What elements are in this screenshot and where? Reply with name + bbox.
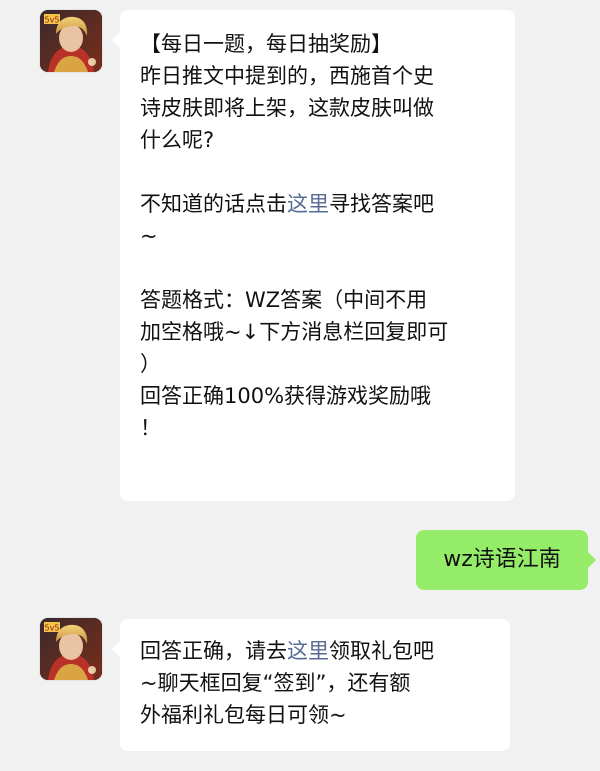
message-line: 不知道的话点击这里寻找答案吧	[140, 188, 495, 220]
message-text: 寻找答案吧	[329, 192, 434, 216]
message-line: ）	[140, 352, 161, 376]
message-line: ！	[140, 416, 161, 440]
message-text: 领取礼包吧	[329, 639, 434, 663]
message-line: 诗皮肤即将上架，这款皮肤叫做	[140, 96, 434, 120]
message-text: 不知道的话点击	[140, 192, 287, 216]
message-line: 什么呢?	[140, 128, 215, 152]
svg-text:5v5: 5v5	[45, 624, 60, 633]
hero-portrait-icon: 5v5	[40, 618, 102, 680]
here-link[interactable]: 这里	[287, 192, 329, 216]
svg-text:5v5: 5v5	[45, 16, 60, 25]
message-line: 【每日一题，每日抽奖励】	[140, 32, 392, 56]
official-account-avatar[interactable]: 5v5	[40, 10, 102, 72]
message-text: 回答正确，请去	[140, 639, 287, 663]
here-link[interactable]: 这里	[287, 639, 329, 663]
hero-portrait-icon: 5v5	[40, 10, 102, 72]
message-line: 回答正确100%获得游戏奖励哦	[140, 384, 432, 408]
official-account-avatar[interactable]: 5v5	[40, 618, 102, 680]
message-line: ~	[140, 224, 158, 248]
message-line: 加空格哦~↓下方消息栏回复即可	[140, 320, 449, 344]
message-bubble-question: 【每日一题，每日抽奖励】 昨日推文中提到的，西施首个史 诗皮肤即将上架，这款皮肤…	[112, 10, 515, 501]
reply-text: wz诗语江南	[443, 547, 561, 572]
message-bubble-answer: 回答正确，请去这里领取礼包吧 ~聊天框回复“签到”，还有额 外福利礼包每日可领~	[112, 619, 510, 751]
message-line: 外福利礼包每日可领~	[140, 703, 347, 727]
message-line: 答题格式：WZ答案（中间不用	[140, 288, 428, 312]
message-bubble-reply: wz诗语江南	[416, 530, 596, 590]
message-line: 昨日推文中提到的，西施首个史	[140, 64, 434, 88]
message-line: ~聊天框回复“签到”，还有额	[140, 671, 411, 695]
message-line: 回答正确，请去这里领取礼包吧	[140, 635, 490, 667]
